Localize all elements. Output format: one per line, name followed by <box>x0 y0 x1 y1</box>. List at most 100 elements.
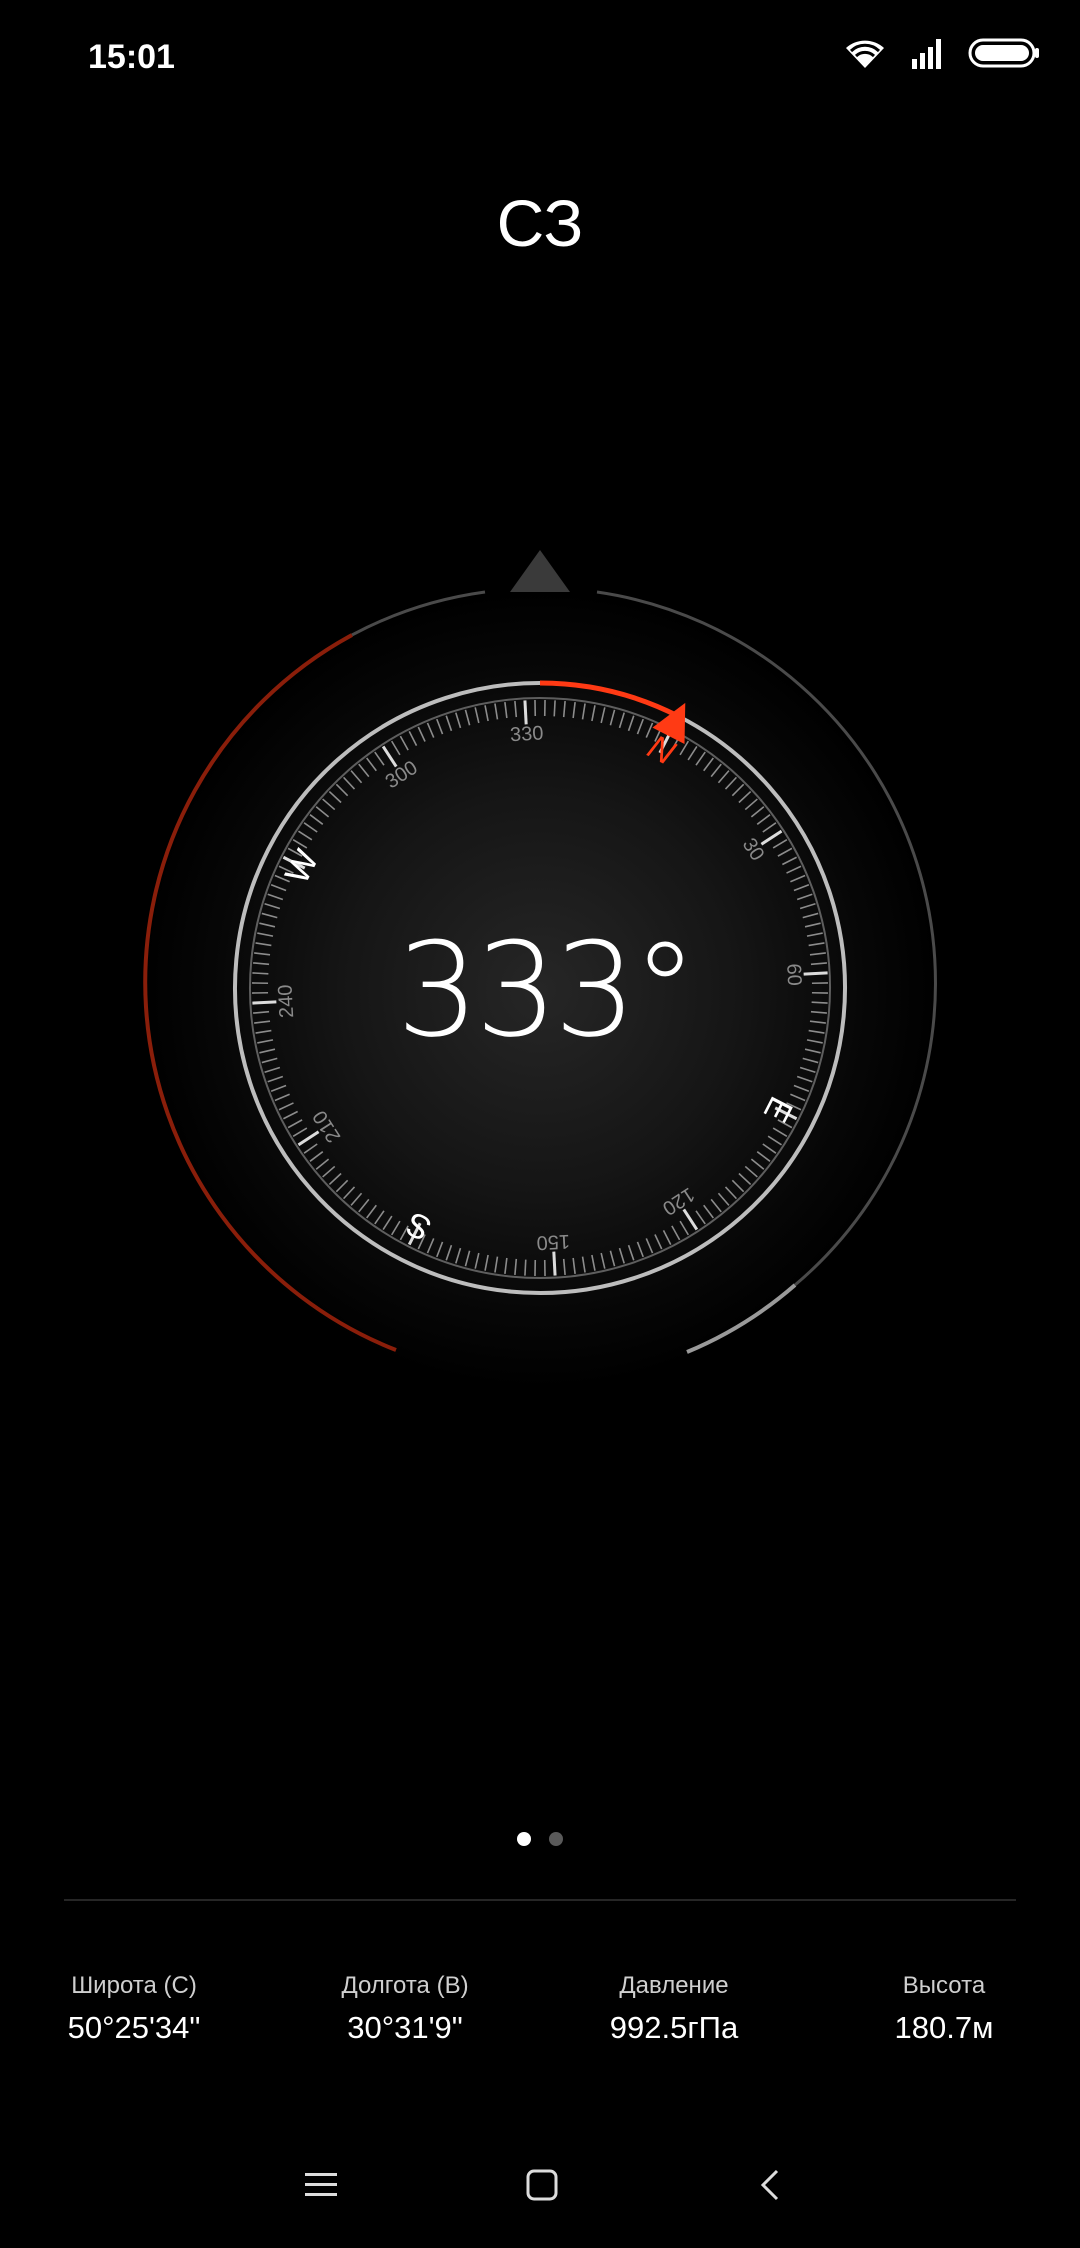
altitude-label: Высота <box>902 1972 986 1999</box>
tick-label-210: 210 <box>309 1106 346 1146</box>
dial-tick <box>254 952 271 956</box>
dial-tick <box>254 1020 271 1024</box>
page-dot-2[interactable] <box>549 1832 563 1846</box>
dial-tick <box>257 1039 274 1044</box>
dial-tick <box>342 1186 356 1200</box>
direction-label: СЗ <box>496 186 584 260</box>
dial-tick <box>534 1259 537 1276</box>
dial-tick <box>562 701 566 718</box>
dial-tick <box>809 952 826 956</box>
dial-tick <box>252 991 269 994</box>
dial-tick <box>811 991 828 994</box>
dial-tick <box>328 790 342 804</box>
dial-tick <box>366 757 377 772</box>
dial-tick <box>484 1254 489 1271</box>
dial-tick <box>609 1250 616 1267</box>
dial-tick <box>804 922 821 928</box>
dial-tick <box>802 1057 819 1064</box>
dial-tick <box>445 1244 453 1261</box>
wifi-icon <box>846 40 884 68</box>
dial-tick <box>767 1135 782 1146</box>
dial-tick <box>695 751 706 766</box>
dial-tick <box>553 700 556 717</box>
dial-tick <box>738 790 752 804</box>
dial-tick <box>436 1241 444 1258</box>
dial-tick <box>267 1075 284 1083</box>
dial-tick <box>687 746 698 761</box>
dial-tick <box>358 763 370 778</box>
dial-tick <box>257 932 274 937</box>
altitude-value: 180.7м <box>894 2010 994 2045</box>
status-time: 15:01 <box>88 38 175 76</box>
dial-tick <box>591 1254 596 1271</box>
dial-tick <box>724 1186 738 1200</box>
dial-tick <box>744 798 758 811</box>
dial-tick <box>504 1257 508 1274</box>
dial-tick <box>315 1158 330 1170</box>
dial-tick <box>253 962 270 966</box>
dial-tick <box>534 700 537 717</box>
dial-tick <box>328 1172 342 1186</box>
dial-tick <box>309 814 324 825</box>
dial-tick <box>645 1238 654 1254</box>
dial-tick <box>799 903 816 910</box>
dial-tick <box>790 1093 806 1102</box>
dial-tick <box>790 874 806 883</box>
tick-label-30: 30 <box>738 834 769 865</box>
tick-label-300: 300 <box>382 757 422 794</box>
dial-tick <box>374 751 385 766</box>
dial-tick <box>808 1029 825 1034</box>
dial-tick <box>572 1257 576 1274</box>
dial-tick <box>724 776 738 790</box>
status-bar: 15:01 <box>0 0 1080 120</box>
home-button[interactable] <box>497 2140 587 2230</box>
latitude-value: 50°25'34" <box>67 2010 201 2045</box>
latitude-item: Широта (С) 50°25'34" <box>4 1972 264 2046</box>
dial-tick <box>703 757 714 772</box>
navigation-bar <box>0 2140 1080 2230</box>
tick-label-150: 150 <box>536 1230 570 1254</box>
dial-tick <box>808 942 825 947</box>
dial-tick <box>252 982 269 985</box>
dial-tick <box>255 942 272 947</box>
dial-tick <box>287 1119 303 1129</box>
dial-tick <box>654 1234 663 1250</box>
longitude-value: 30°31'9" <box>347 2010 463 2045</box>
dial-tick <box>335 1179 349 1193</box>
dial-tick <box>772 1127 788 1138</box>
dial-tick <box>806 932 823 937</box>
dial-tick <box>252 1000 277 1005</box>
dial-tick <box>609 709 616 726</box>
dial-tick <box>731 783 745 797</box>
menu-button[interactable] <box>276 2140 366 2230</box>
compass[interactable]: N E S W 30 60 120 150 210 240 300 330 33… <box>0 500 1080 1500</box>
dial-tick <box>303 1143 318 1154</box>
back-button[interactable] <box>725 2140 815 2230</box>
dial-tick <box>600 707 606 724</box>
dial-tick <box>772 838 788 849</box>
dial-tick <box>671 1225 681 1241</box>
dial-tick <box>292 1127 308 1138</box>
dial-tick <box>474 707 480 724</box>
page-dot-1[interactable] <box>517 1832 531 1846</box>
dial-tick <box>261 912 278 919</box>
dial-tick <box>793 1084 810 1092</box>
dial-tick <box>350 770 363 784</box>
dial-tick <box>572 702 576 719</box>
dial-tick <box>259 922 276 928</box>
dial-tick <box>645 722 654 738</box>
dial-tick <box>750 806 765 818</box>
dial-tick <box>264 903 281 910</box>
dial-tick <box>253 1010 270 1014</box>
dial-tick <box>591 705 596 722</box>
dial-tick <box>455 1247 462 1264</box>
dial-tick <box>309 1151 324 1162</box>
dial-tick <box>750 1158 765 1170</box>
dial-tick <box>786 865 802 874</box>
dial-tick <box>426 1238 435 1254</box>
dial-tick <box>390 1220 401 1236</box>
dial-tick <box>298 830 313 841</box>
heading-value: 333° <box>396 914 693 1066</box>
dial-tick <box>744 1165 758 1178</box>
dial-tick <box>494 703 499 720</box>
